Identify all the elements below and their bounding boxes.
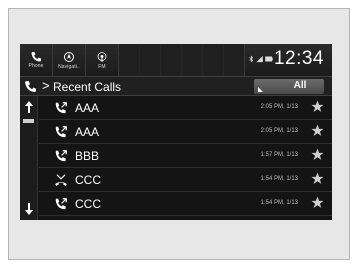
navigation-icon: [64, 51, 74, 62]
call-row[interactable]: BBB 1:57 PM, 1/13: [39, 144, 332, 168]
scroll-thumb[interactable]: [23, 119, 34, 123]
call-time: 2:05 PM, 1/13: [260, 128, 298, 134]
infotainment-screen: Phone Navigati.. FM 12:34 > Recent Calls…: [20, 44, 332, 220]
call-time: 2:05 PM, 1/13: [260, 104, 298, 110]
recent-calls-list: AAA 2:05 PM, 1/13 AAA 2:05 PM, 1/13 BBB: [39, 96, 332, 220]
outgoing-call-icon: [55, 198, 67, 210]
star-icon[interactable]: [311, 148, 324, 161]
missed-call-icon: [55, 174, 67, 186]
arrow-down-icon: [24, 203, 33, 215]
app-button-phone[interactable]: Phone: [20, 44, 53, 76]
app-button-fm[interactable]: FM: [86, 44, 119, 76]
caller-name: CCC: [75, 197, 101, 211]
star-icon[interactable]: [311, 124, 324, 137]
corner-arrow-icon: [258, 87, 263, 92]
star-icon[interactable]: [311, 196, 324, 209]
scroll-up-button[interactable]: [22, 98, 35, 116]
app-label-fm: FM: [98, 63, 106, 70]
app-button-navigation[interactable]: Navigati..: [53, 44, 86, 76]
outgoing-call-icon: [55, 150, 67, 162]
battery-icon: [265, 56, 273, 62]
outgoing-call-icon: [55, 126, 67, 138]
call-row[interactable]: CCC 1:54 PM, 1/13: [39, 192, 332, 216]
phone-handset-icon: [25, 81, 36, 92]
star-icon[interactable]: [311, 172, 324, 185]
top-bar: Phone Navigati.. FM 12:34: [20, 44, 332, 76]
call-row[interactable]: AAA 2:05 PM, 1/13: [39, 120, 332, 144]
bluetooth-icon: [249, 55, 254, 63]
call-row[interactable]: AAA 2:05 PM, 1/13: [39, 96, 332, 120]
call-time: 1:54 PM, 1/13: [260, 176, 298, 182]
call-time: 1:54 PM, 1/13: [260, 200, 298, 206]
list-scrollbar[interactable]: [20, 96, 38, 220]
phone-icon: [31, 52, 41, 62]
caller-name: BBB: [75, 149, 100, 163]
signal-icon: [256, 55, 263, 63]
filter-all-button[interactable]: All: [254, 79, 324, 94]
breadcrumb-chevron-icon: >: [42, 78, 50, 93]
star-icon[interactable]: [311, 100, 324, 113]
call-row[interactable]: CCC 1:54 PM, 1/13: [39, 168, 332, 192]
status-indicators: [249, 54, 273, 64]
app-label-phone: Phone: [28, 63, 44, 69]
radio-icon: [97, 51, 107, 62]
filter-label: All: [293, 80, 307, 91]
app-label-navigation: Navigati..: [58, 63, 80, 70]
clock: 12:34: [273, 48, 324, 69]
scroll-down-button[interactable]: [22, 200, 35, 218]
outgoing-call-icon: [55, 102, 67, 114]
top-bar-empty-area: [119, 44, 245, 76]
call-time: 1:57 PM, 1/13: [260, 152, 298, 158]
page-title: Recent Calls: [53, 80, 122, 94]
caller-name: CCC: [75, 173, 101, 187]
caller-name: AAA: [75, 125, 100, 139]
arrow-up-icon: [24, 101, 33, 113]
caller-name: AAA: [75, 101, 100, 115]
recent-calls-header: > Recent Calls All: [20, 76, 332, 96]
